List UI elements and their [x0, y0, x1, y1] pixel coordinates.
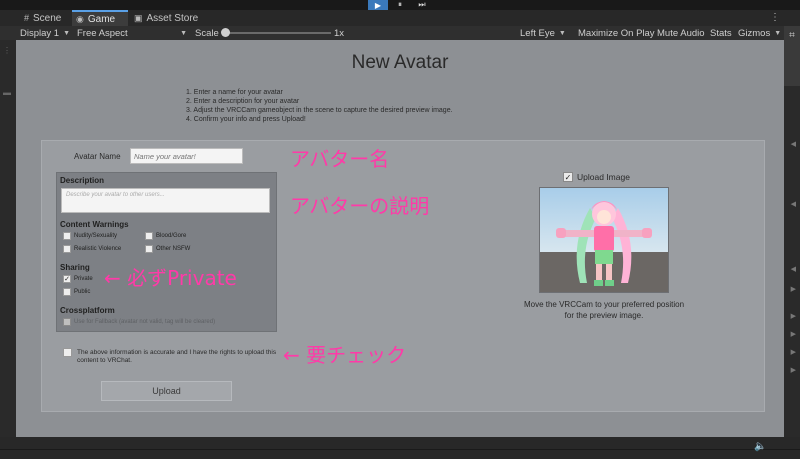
maximize-on-play-toggle[interactable]: Maximize On Play	[578, 26, 655, 40]
pause-icon: ⏸	[398, 0, 402, 9]
realistic-violence-checkbox[interactable]	[63, 245, 71, 253]
step-icon: ⏭	[418, 0, 426, 9]
private-radio[interactable]: ✓	[63, 275, 71, 283]
public-label: Public	[74, 289, 91, 295]
play-icon: ▶	[374, 0, 382, 10]
blood-gore-checkbox[interactable]	[145, 232, 153, 240]
accept-rights-text: The above information is accurate and I …	[77, 349, 277, 364]
left-panel-edge: ⋮ ▬	[0, 40, 16, 459]
preview-caption: Move the VRCCam to your preferred positi…	[523, 300, 685, 320]
display-dropdown[interactable]: Display 1 ▼	[20, 26, 70, 40]
right-panel-edge: ◀ ◀ ◀ ▶ ▶ ▶ ▶ ▶	[784, 40, 800, 459]
collapse-arrow-icon: ▶	[790, 313, 796, 320]
chevron-down-icon: ▼	[774, 29, 782, 37]
scale-label: Scale	[195, 27, 219, 39]
instruction-4: 4. Confirm your info and press Upload!	[186, 116, 306, 123]
public-radio[interactable]	[63, 288, 71, 296]
scene-grid-icon: #	[24, 13, 30, 23]
fallback-checkbox[interactable]	[63, 318, 71, 326]
description-title: Description	[60, 176, 105, 185]
annotation-name: アバター名	[290, 147, 390, 171]
tab-game[interactable]: ◉ Game	[72, 10, 128, 26]
avatar-name-label: Avatar Name	[74, 152, 121, 161]
other-nsfw-checkbox[interactable]	[145, 245, 153, 253]
tab-scene[interactable]: # Scene	[20, 10, 72, 26]
gizmos-dropdown[interactable]: Gizmos ▼	[738, 26, 781, 40]
aspect-value: Free Aspect	[77, 27, 128, 39]
collapse-arrow-icon: ▶	[790, 331, 796, 338]
tab-asset-store-label: Asset Store	[146, 12, 199, 24]
crossplatform-title: Crossplatform	[60, 306, 115, 315]
realistic-violence-label: Realistic Violence	[74, 246, 122, 252]
content-warnings-title: Content Warnings	[60, 220, 129, 229]
scale-value: 1x	[334, 27, 345, 39]
status-bar	[0, 437, 800, 459]
upload-button[interactable]: Upload	[101, 381, 232, 401]
check-icon: ✓	[564, 173, 572, 182]
instruction-3: 3. Adjust the VRCCam gameobject in the s…	[186, 107, 453, 114]
upload-image-label: Upload Image	[577, 172, 630, 182]
scene-gizmo-icon[interactable]: ⌗	[784, 30, 800, 41]
tab-scene-label: Scene	[33, 12, 62, 24]
eye-dropdown[interactable]: Left Eye ▼	[520, 26, 566, 40]
sharing-title: Sharing	[60, 263, 90, 272]
blood-gore-label: Blood/Gore	[156, 233, 187, 239]
nudity-label: Nudity/Sexuality	[74, 233, 118, 239]
tab-asset-store[interactable]: ▣ Asset Store	[130, 10, 204, 26]
annotation-check: ← 要チェック	[283, 343, 407, 367]
annotation-description: アバターの説明	[290, 194, 430, 218]
stats-toggle[interactable]: Stats	[710, 26, 732, 40]
eye-value: Left Eye	[520, 27, 555, 39]
play-button[interactable]: ▶	[368, 0, 388, 10]
instruction-2: 2. Enter a description for your avatar	[186, 98, 300, 105]
nudity-checkbox[interactable]	[63, 232, 71, 240]
step-button[interactable]: ⏭	[412, 0, 432, 10]
description-input[interactable]: Describe your avatar to other users...	[61, 188, 270, 213]
preview-image	[539, 187, 669, 293]
tab-game-label: Game	[87, 13, 116, 25]
asset-store-icon: ▣	[134, 12, 143, 23]
scale-slider-track[interactable]	[226, 32, 331, 34]
check-icon: ✓	[64, 276, 70, 283]
collapse-arrow-icon: ◀	[790, 201, 796, 208]
speaker-icon[interactable]: 🔈	[754, 441, 766, 452]
menu-icon: ⋮	[3, 46, 11, 55]
instruction-1: 1. Enter a name for your avatar	[186, 89, 283, 96]
chevron-down-icon: ▼	[63, 29, 71, 37]
collapse-arrow-icon: ▶	[790, 349, 796, 356]
collapse-arrow-icon: ◀	[790, 141, 796, 148]
accept-rights-checkbox[interactable]	[63, 348, 72, 357]
fallback-label: Use for Fallback (avatar not valid, tag …	[74, 319, 216, 325]
chevron-down-icon: ▼	[180, 29, 187, 37]
private-label: Private	[74, 276, 93, 282]
hierarchy-icon: ▬	[3, 88, 11, 97]
annotation-private: ← 必ずPrivate	[104, 266, 237, 290]
collapse-arrow-icon: ▶	[790, 367, 796, 374]
game-controller-icon: ◉	[76, 13, 84, 24]
aspect-dropdown[interactable]: Free Aspect ▼	[77, 26, 187, 40]
chevron-down-icon: ▼	[558, 29, 566, 37]
avatar-name-input[interactable]	[130, 148, 243, 164]
divider	[0, 449, 800, 450]
avatar-preview-icon	[540, 188, 668, 292]
mute-audio-toggle[interactable]: Mute Audio	[657, 26, 705, 40]
pause-button[interactable]: ⏸	[390, 0, 410, 10]
display-value: Display 1	[20, 27, 60, 39]
scale-slider-handle[interactable]	[221, 28, 230, 37]
tab-menu-icon[interactable]: ⋮	[770, 12, 780, 23]
page-title: New Avatar	[351, 52, 449, 73]
collapse-arrow-icon: ▶	[790, 286, 796, 293]
collapse-arrow-icon: ◀	[790, 266, 796, 273]
other-nsfw-label: Other NSFW	[156, 246, 191, 252]
upload-image-checkbox[interactable]: ✓	[563, 172, 573, 182]
gizmos-label: Gizmos	[738, 27, 771, 39]
